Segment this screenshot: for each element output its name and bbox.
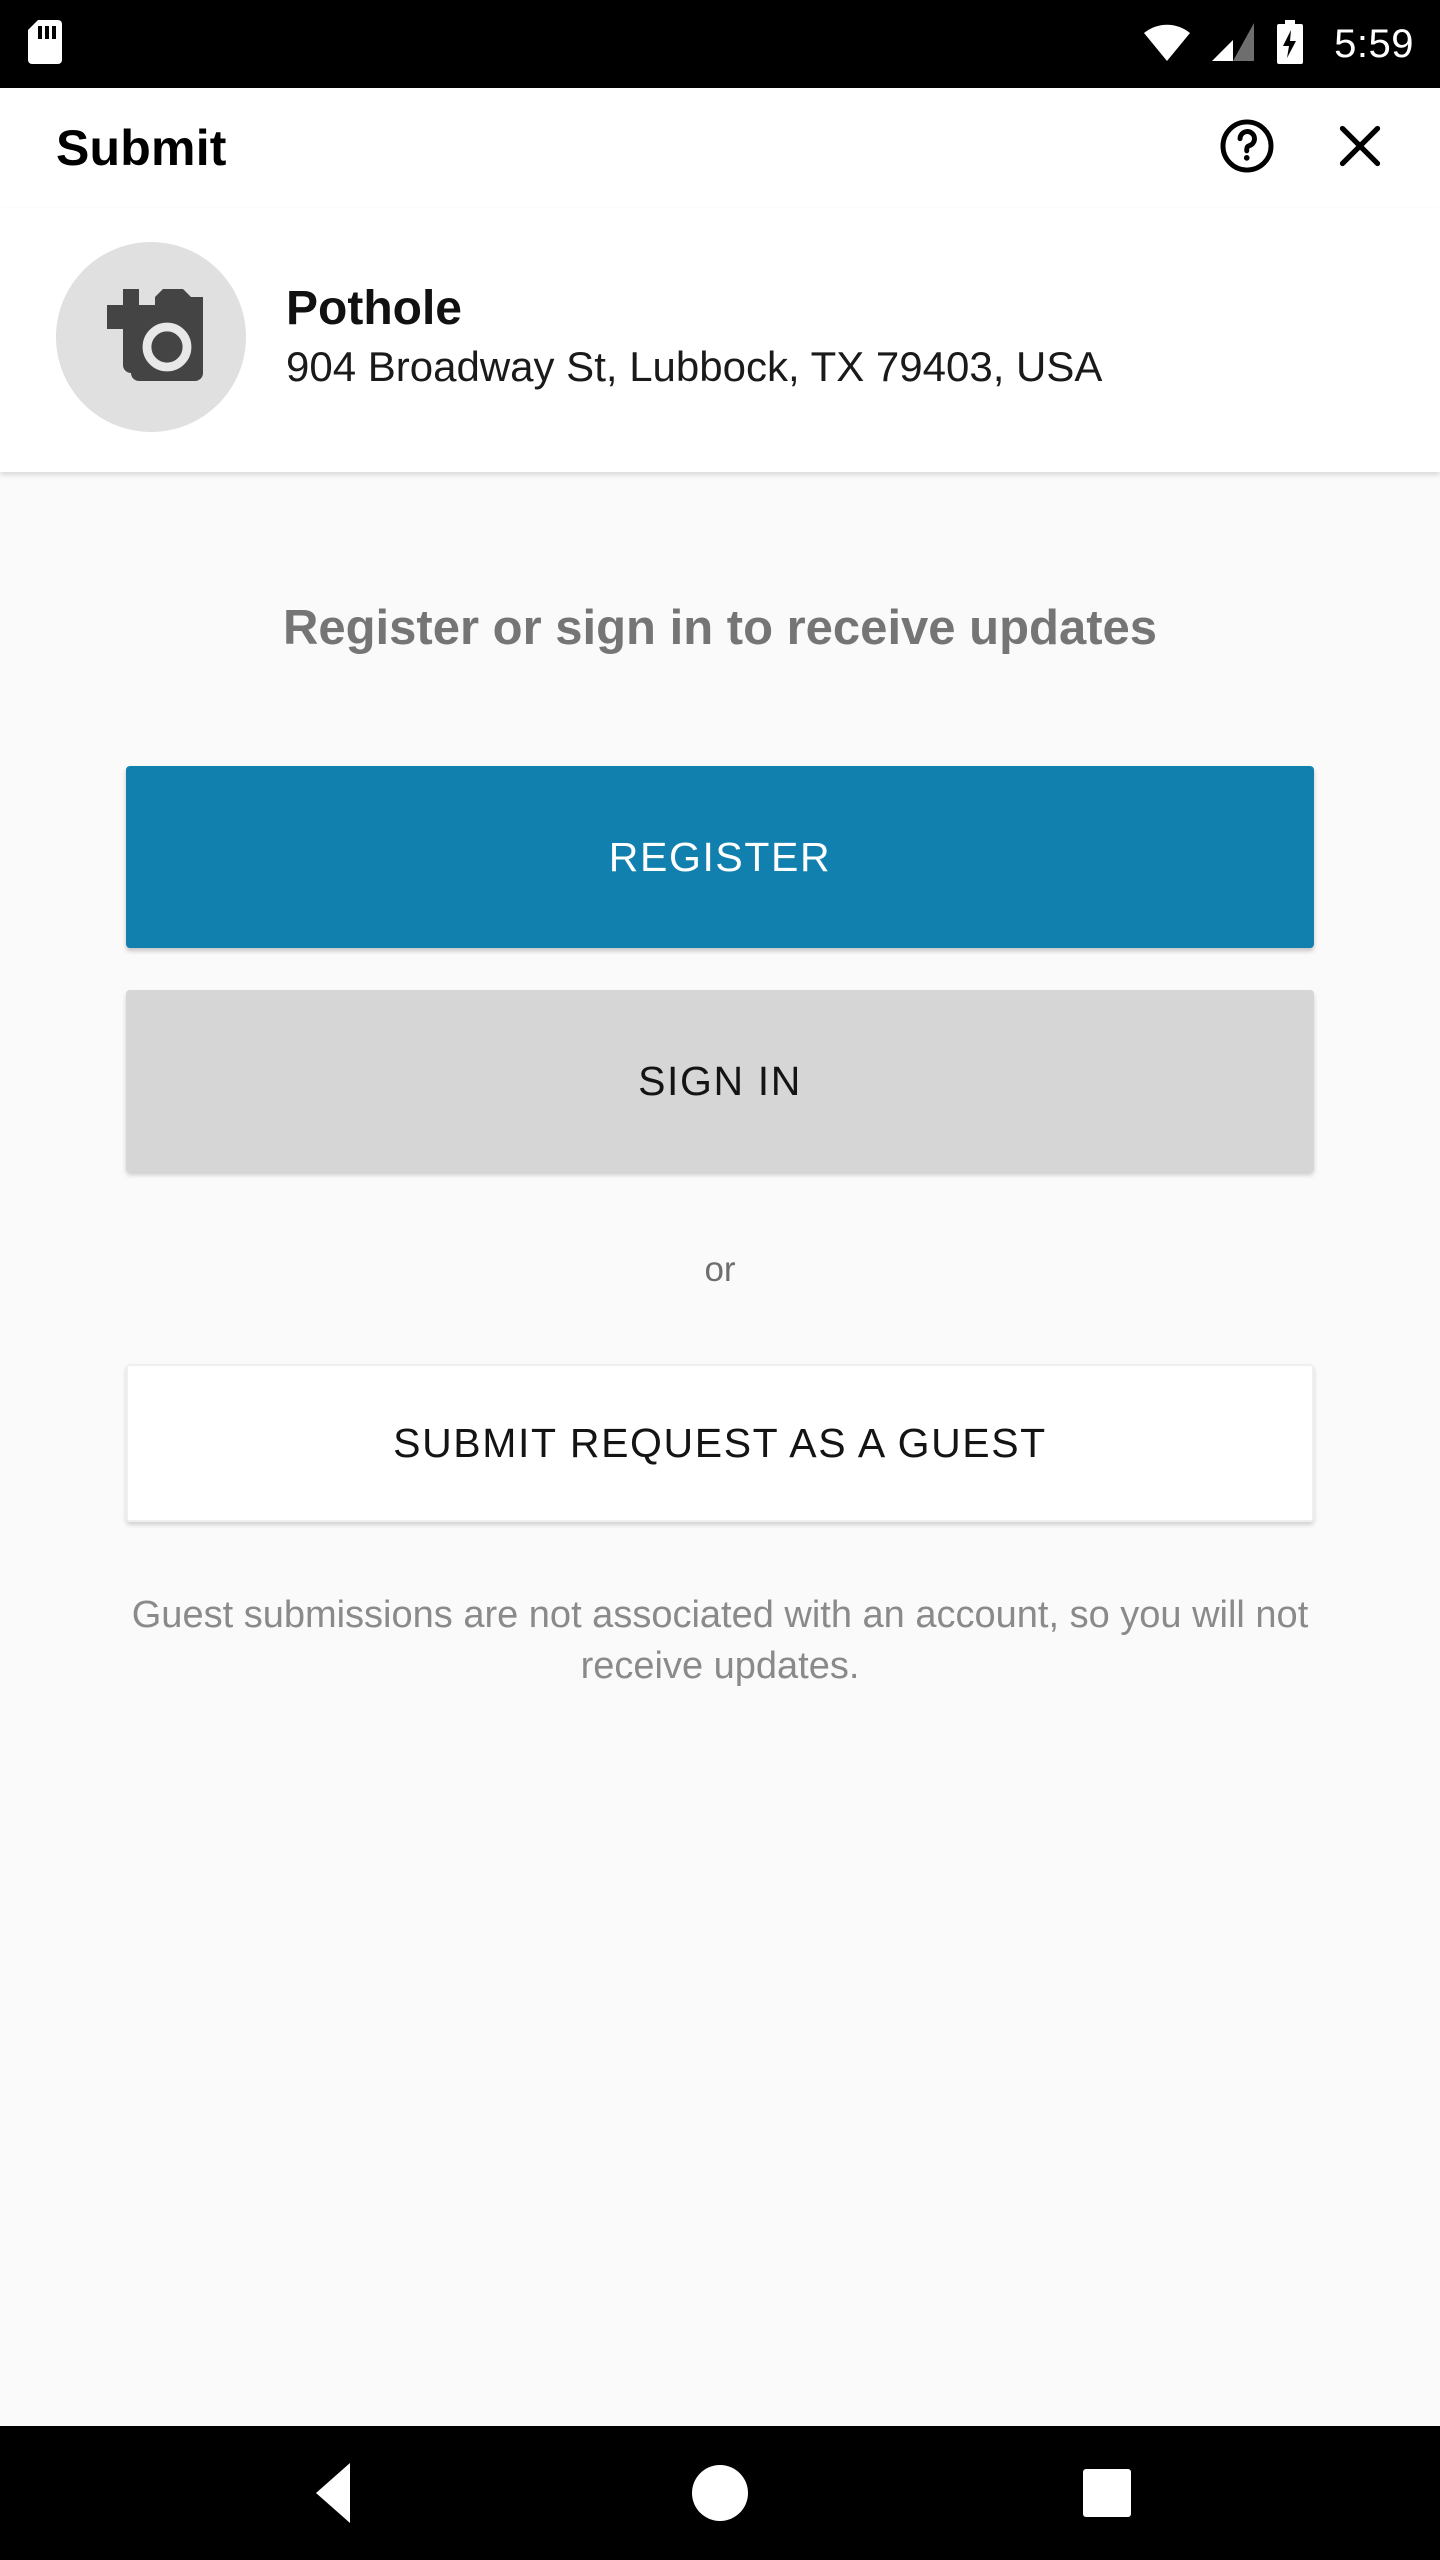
sign-in-button[interactable]: SIGN IN [126,990,1314,1172]
status-bar-clock: 5:59 [1334,22,1414,66]
request-summary-card: Pothole 904 Broadway St, Lubbock, TX 794… [0,208,1440,472]
close-icon[interactable] [1330,116,1390,181]
submit-as-guest-button[interactable]: SUBMIT REQUEST AS A GUEST [126,1364,1314,1522]
status-bar: 5:59 [0,0,1440,88]
add-photo-icon [99,288,211,386]
home-circle-icon [691,2465,748,2521]
phone-screen: 5:59 Submit Pothole 904 Broadway St, Lub… [0,0,1440,2560]
photo-placeholder[interactable] [56,242,246,432]
request-details: Pothole 904 Broadway St, Lubbock, TX 794… [286,281,1103,391]
app-bar: Submit [0,88,1440,208]
status-bar-left-icons [28,19,62,69]
help-circle-icon[interactable] [1216,115,1278,182]
guest-disclaimer: Guest submissions are not associated wit… [131,1594,1309,1687]
back-triangle-icon [316,2463,351,2523]
back-button[interactable] [268,2426,398,2560]
app-bar-actions [1216,115,1390,182]
android-navigation-bar [0,2426,1440,2560]
wifi-icon [1144,23,1191,66]
cellular-signal-icon [1212,22,1255,66]
auth-heading: Register or sign in to receive updates [282,601,1158,655]
battery-charging-icon [1276,19,1304,69]
status-bar-right-icons: 5:59 [1144,19,1414,69]
or-divider-label: or [704,1250,736,1289]
recents-square-icon [1082,2469,1131,2517]
recents-button[interactable] [1042,2426,1172,2560]
sd-card-icon [28,19,62,69]
auth-content: Register or sign in to receive updates R… [0,472,1440,2426]
home-button[interactable] [655,2426,785,2560]
request-address: 904 Broadway St, Lubbock, TX 79403, USA [286,343,1103,391]
request-title: Pothole [286,281,462,335]
register-button[interactable]: REGISTER [126,766,1314,948]
page-title: Submit [56,120,227,176]
